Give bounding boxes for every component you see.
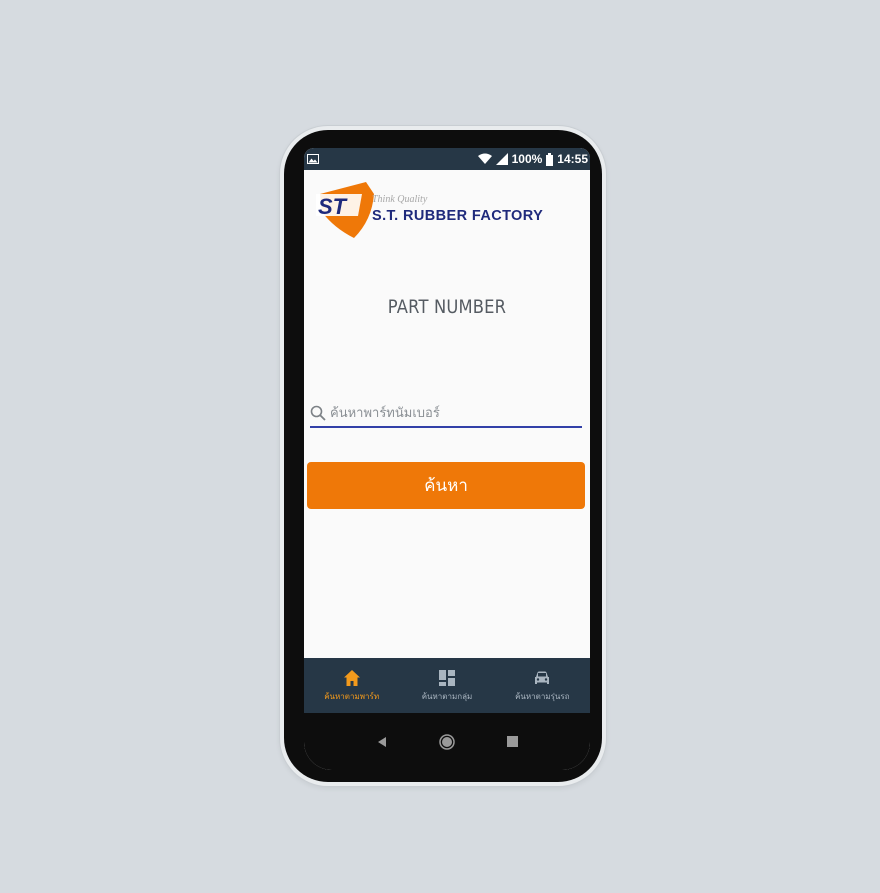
phone-frame: 100% 14:55 ST Think Quality S.T. RUBBER … <box>280 126 606 786</box>
search-button[interactable]: ค้นหา <box>307 462 585 509</box>
nav-label-search-by-car-model: ค้นหาตามรุ่นรถ <box>515 691 570 701</box>
st-shield-logo-icon: ST <box>316 182 374 238</box>
nav-label-search-by-group: ค้นหาตามกลุ่ม <box>421 691 473 701</box>
company-logo: ST Think Quality S.T. RUBBER FACTORY <box>314 174 584 244</box>
system-navigation-bar <box>304 713 590 770</box>
home-circle-icon[interactable] <box>439 733 456 750</box>
wifi-icon <box>477 153 492 164</box>
svg-text:ST: ST <box>318 194 348 219</box>
search-field[interactable] <box>310 400 582 428</box>
nav-label-search-by-part: ค้นหาตามพาร์ท <box>324 691 380 701</box>
home-icon <box>343 669 360 686</box>
recents-icon[interactable] <box>507 736 519 747</box>
bottom-navigation: ค้นหาตามพาร์ท ค้นหาตามกลุ่ม ค้นหาตามรุ่น… <box>304 658 590 713</box>
grid-icon <box>438 669 455 686</box>
search-icon <box>310 405 326 421</box>
image-notification-icon <box>307 154 319 164</box>
status-time: 14:55 <box>557 152 588 166</box>
nav-item-search-by-car-model[interactable]: ค้นหาตามรุ่นรถ <box>497 669 587 703</box>
battery-icon <box>546 152 554 166</box>
signal-icon <box>495 153 508 165</box>
page-title: PART NUMBER <box>387 296 507 318</box>
phone-bezel: 100% 14:55 ST Think Quality S.T. RUBBER … <box>284 130 602 782</box>
back-icon[interactable] <box>376 736 388 748</box>
nav-item-search-by-group[interactable]: ค้นหาตามกลุ่ม <box>402 669 492 703</box>
logo-tagline: Think Quality <box>372 194 428 205</box>
car-icon <box>535 671 550 684</box>
app-screen: 100% 14:55 ST Think Quality S.T. RUBBER … <box>304 148 590 770</box>
logo-company-name: S.T. RUBBER FACTORY <box>372 208 544 224</box>
status-bar: 100% 14:55 <box>304 148 590 170</box>
battery-percent: 100% <box>511 152 543 166</box>
nav-item-search-by-part[interactable]: ค้นหาตามพาร์ท <box>307 669 397 703</box>
search-input[interactable] <box>326 401 566 425</box>
